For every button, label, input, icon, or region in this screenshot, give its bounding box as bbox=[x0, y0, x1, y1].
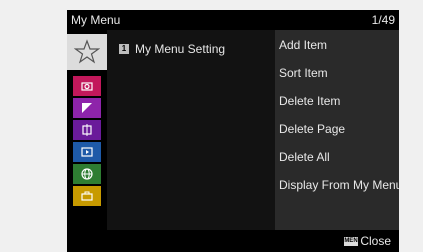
tab-exposure[interactable] bbox=[73, 98, 101, 118]
playback-icon bbox=[81, 147, 93, 157]
tab-bar bbox=[67, 30, 107, 230]
globe-icon bbox=[81, 168, 93, 180]
tab-setup[interactable] bbox=[73, 186, 101, 206]
menu-key-icon: MENU bbox=[344, 236, 362, 246]
my-menu-setting-item[interactable]: 1 My Menu Setting bbox=[119, 42, 225, 56]
camera-icon bbox=[81, 82, 93, 91]
menu-item-delete-all[interactable]: Delete All bbox=[275, 146, 399, 168]
close-button[interactable]: MENU Close bbox=[344, 234, 391, 248]
tab-network[interactable] bbox=[73, 164, 101, 184]
menu-item-sort-item[interactable]: Sort Item bbox=[275, 62, 399, 84]
tab-focus[interactable] bbox=[73, 120, 101, 140]
focus-icon bbox=[82, 124, 92, 136]
tab-playback[interactable] bbox=[73, 142, 101, 162]
camera-menu-screen: My Menu 1/49 1 My Menu Setting Add Item … bbox=[67, 10, 399, 252]
left-panel bbox=[107, 30, 275, 230]
toolbox-icon bbox=[81, 191, 93, 201]
item-number-badge: 1 bbox=[119, 44, 129, 54]
top-bar: My Menu 1/49 bbox=[67, 10, 399, 30]
star-icon bbox=[74, 39, 100, 64]
exposure-icon bbox=[82, 103, 92, 113]
tab-shooting[interactable] bbox=[73, 76, 101, 96]
page-title: My Menu bbox=[71, 13, 121, 27]
tab-my-menu[interactable] bbox=[67, 34, 107, 70]
page-indicator: 1/49 bbox=[371, 13, 395, 27]
menu-item-delete-page[interactable]: Delete Page bbox=[275, 118, 399, 140]
my-menu-setting-label: My Menu Setting bbox=[135, 42, 226, 56]
bottom-bar: MENU Close bbox=[67, 230, 399, 252]
close-label: Close bbox=[360, 234, 391, 248]
menu-item-delete-item[interactable]: Delete Item bbox=[275, 90, 399, 112]
menu-item-add-item[interactable]: Add Item bbox=[275, 34, 399, 56]
menu-item-display-from-my-menu[interactable]: Display From My Menu bbox=[275, 174, 399, 196]
